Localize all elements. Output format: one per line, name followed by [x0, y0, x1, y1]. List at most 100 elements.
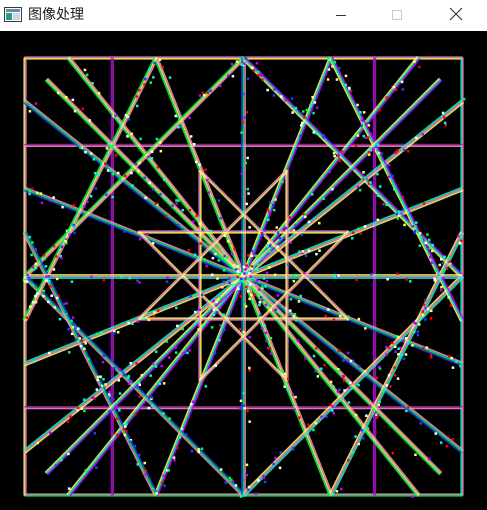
- noise-dot: [216, 298, 220, 301]
- noise-dot: [119, 179, 123, 183]
- noise-dot: [378, 108, 381, 112]
- noise-dot: [136, 386, 139, 389]
- maximize-button[interactable]: [374, 0, 420, 31]
- noise-dot: [362, 111, 366, 114]
- noise-dot: [304, 215, 307, 219]
- noise-dot: [177, 126, 180, 129]
- noise-dot: [312, 428, 315, 432]
- noise-dot: [411, 495, 414, 498]
- noise-dot: [309, 278, 312, 281]
- noise-dot: [428, 247, 432, 250]
- noise-dot: [369, 181, 372, 184]
- noise-dot: [61, 205, 64, 209]
- noise-dot: [175, 202, 178, 205]
- noise-dot: [264, 285, 267, 288]
- noise-dot: [332, 385, 335, 388]
- noise-dot: [274, 308, 277, 312]
- noise-dot: [149, 81, 153, 84]
- noise-dot: [288, 216, 292, 219]
- noise-dot: [362, 134, 365, 138]
- noise-dot: [243, 272, 246, 275]
- noise-dot: [181, 327, 184, 331]
- noise-dot: [67, 327, 70, 331]
- noise-dot: [377, 151, 381, 155]
- noise-dot: [65, 310, 68, 313]
- noise-dot: [428, 457, 431, 461]
- noise-dot: [411, 225, 414, 228]
- noise-dot: [52, 268, 56, 271]
- noise-dot: [30, 253, 33, 257]
- noise-dot: [294, 395, 297, 399]
- noise-dot: [233, 247, 236, 251]
- noise-dot: [180, 427, 184, 431]
- noise-dot: [330, 60, 333, 63]
- noise-dot: [250, 293, 253, 297]
- noise-dot: [106, 169, 110, 172]
- noise-dot: [356, 103, 359, 107]
- noise-dot: [347, 401, 351, 404]
- noise-dot: [333, 154, 336, 158]
- noise-dot: [268, 347, 272, 350]
- noise-dot: [158, 382, 162, 386]
- noise-dot: [395, 88, 398, 92]
- title-bar[interactable]: 图像处理: [0, 0, 487, 31]
- noise-dot: [28, 110, 32, 113]
- noise-dot: [129, 380, 133, 383]
- noise-dot: [167, 469, 170, 472]
- noise-dot: [131, 322, 134, 325]
- noise-dot: [439, 441, 443, 444]
- noise-dot: [399, 198, 402, 201]
- noise-dot: [165, 280, 169, 283]
- noise-dot: [118, 409, 121, 412]
- noise-dot: [272, 94, 276, 97]
- noise-dot: [235, 60, 239, 63]
- noise-dot: [416, 333, 420, 337]
- noise-dot: [332, 412, 335, 415]
- noise-dot: [243, 407, 247, 410]
- noise-dot: [239, 295, 243, 298]
- noise-dot: [197, 328, 200, 331]
- noise-dot: [247, 485, 251, 489]
- noise-dot: [331, 65, 334, 68]
- noise-dot: [328, 170, 331, 173]
- noise-dot: [100, 384, 104, 388]
- noise-dot: [396, 217, 399, 220]
- noise-dot: [356, 185, 360, 189]
- noise-dot: [441, 111, 445, 115]
- noise-dot: [287, 263, 290, 266]
- noise-dot: [84, 469, 87, 472]
- image-canvas[interactable]: [0, 31, 487, 510]
- noise-dot: [153, 311, 156, 314]
- noise-dot: [267, 266, 271, 269]
- noise-dot: [192, 220, 195, 223]
- noise-dot: [312, 354, 316, 358]
- noise-dot: [451, 438, 454, 441]
- noise-dot: [424, 318, 427, 321]
- noise-dot: [315, 252, 318, 256]
- noise-dot: [228, 281, 231, 284]
- noise-dot: [45, 275, 48, 278]
- noise-dot: [431, 243, 434, 247]
- minimize-button[interactable]: [318, 0, 364, 31]
- noise-dot: [241, 478, 244, 482]
- noise-dot: [174, 346, 177, 349]
- noise-dot: [34, 300, 38, 304]
- noise-dot: [152, 315, 156, 318]
- noise-dot: [357, 442, 360, 446]
- noise-dot: [260, 327, 264, 330]
- noise-dot: [243, 62, 246, 65]
- noise-dot: [67, 230, 70, 233]
- noise-dot: [239, 399, 243, 403]
- noise-dot: [165, 197, 168, 201]
- noise-dot: [434, 432, 437, 435]
- close-button[interactable]: [433, 0, 479, 31]
- noise-dot: [419, 422, 422, 425]
- noise-dot: [366, 427, 370, 430]
- noise-dot: [455, 360, 458, 363]
- noise-dot: [239, 277, 243, 281]
- noise-dot: [39, 192, 43, 195]
- noise-dot: [114, 114, 117, 117]
- noise-dot: [300, 124, 303, 127]
- noise-dot: [268, 250, 271, 253]
- noise-dot: [266, 88, 269, 92]
